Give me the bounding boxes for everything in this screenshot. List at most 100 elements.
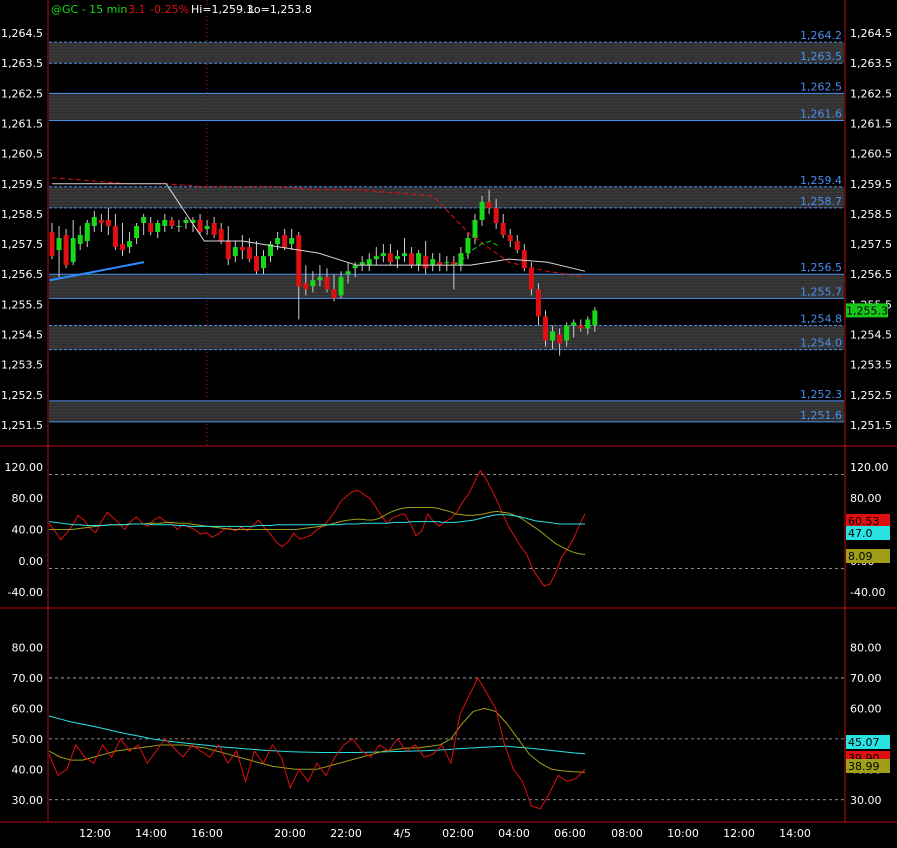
candle-body	[345, 271, 351, 275]
candle-body	[479, 201, 485, 220]
candle-body	[543, 316, 548, 341]
candle-body	[380, 253, 386, 257]
candle-body	[296, 235, 302, 287]
zone-band	[49, 93, 844, 121]
candle-body	[91, 216, 97, 226]
symbol-label: @GC - 15 min	[51, 3, 127, 16]
left-osc-tick: 50.00	[12, 733, 44, 746]
left-osc-tick: 60.00	[12, 702, 44, 715]
right-price-tick: 1,260.5	[850, 148, 892, 161]
level-label: 1,263.5	[800, 50, 842, 63]
right-price-tick: 1,256.5	[850, 268, 892, 281]
right-price-tick: 1,253.5	[850, 359, 892, 372]
candle-body	[183, 219, 189, 223]
candle-body	[514, 241, 520, 251]
left-price-tick: 1,258.5	[1, 208, 43, 221]
left-price-tick: 1,257.5	[1, 238, 43, 251]
time-tick-label: 4/5	[393, 827, 411, 840]
level-label: 1,254.0	[800, 337, 842, 350]
right-osc-tick: 30.00	[850, 794, 882, 807]
candle-body	[176, 225, 182, 227]
value-badge-label: 38.99	[848, 760, 880, 773]
left-price-tick: 1,254.5	[1, 329, 43, 342]
left-osc-tick: 80.00	[12, 492, 44, 505]
time-tick-label: 08:00	[611, 827, 643, 840]
candle-body	[528, 268, 534, 290]
level-label: 1,255.7	[800, 285, 842, 298]
left-osc-tick: 70.00	[12, 672, 44, 685]
candle-body	[493, 207, 499, 223]
left-price-tick: 1,262.5	[1, 87, 43, 100]
candle-body	[197, 219, 203, 233]
time-tick-label: 12:00	[79, 827, 111, 840]
level-label: 1,261.6	[800, 107, 842, 120]
candle-body	[416, 253, 422, 266]
right-osc-tick: 70.00	[850, 672, 882, 685]
candle-body	[70, 238, 76, 263]
right-osc-tick: 80.00	[850, 492, 882, 505]
candle-body	[148, 222, 154, 233]
left-osc-tick: -40.00	[8, 586, 43, 599]
candle-body	[550, 331, 556, 341]
lo-label: Lo=1,253.8	[248, 3, 312, 16]
value-badge-label: 45.07	[848, 736, 880, 749]
last-price-label: 1,255.3	[846, 304, 888, 317]
price-chart[interactable]: 1,264.2 1,263.5 1,262.5 1,261.6 1,259.4 1,258…	[0, 0, 897, 848]
value-badge-label: 47.0	[848, 527, 873, 540]
left-price-tick: 1,260.5	[1, 148, 43, 161]
candle-body	[423, 256, 429, 269]
level-label: 1,258.7	[800, 195, 842, 208]
candle-body	[275, 238, 281, 245]
candle-body	[444, 262, 450, 264]
candle-body	[430, 259, 436, 266]
candle-body	[486, 201, 492, 208]
candle-body	[211, 222, 217, 236]
candle-body	[338, 277, 344, 296]
time-tick-label: 14:00	[779, 827, 811, 840]
time-tick-label: 10:00	[667, 827, 699, 840]
candle-body	[155, 222, 161, 233]
candle-body	[535, 289, 541, 317]
candle-body	[571, 322, 577, 326]
level-label: 1,256.5	[800, 261, 842, 274]
candle-body	[507, 235, 513, 242]
candle-body	[564, 325, 570, 341]
time-tick-label: 22:00	[330, 827, 362, 840]
candle-body	[134, 225, 140, 239]
right-price-tick: 1,263.5	[850, 57, 892, 70]
candle-body	[56, 238, 62, 251]
candle-body	[585, 319, 591, 329]
candle-body	[98, 219, 104, 223]
right-price-tick: 1,252.5	[850, 389, 892, 402]
left-price-tick: 1,255.5	[1, 298, 43, 311]
time-tick-label: 02:00	[442, 827, 474, 840]
level-label: 1,254.8	[800, 312, 842, 325]
right-price-tick: 1,251.5	[850, 419, 892, 432]
candle-body	[162, 219, 168, 226]
left-price-tick: 1,253.5	[1, 359, 43, 372]
right-osc-tick: 120.00	[850, 461, 889, 474]
candle-body	[366, 259, 372, 266]
candle-body	[472, 219, 478, 239]
right-price-tick: 1,258.5	[850, 208, 892, 221]
candle-body	[578, 325, 584, 329]
candle-body	[387, 253, 393, 263]
candle-body	[303, 283, 309, 290]
candle-body	[105, 219, 111, 226]
level-label: 1,264.2	[800, 29, 842, 42]
candle-body	[218, 229, 224, 242]
candle-body	[253, 256, 259, 272]
left-osc-tick: 120.00	[5, 461, 44, 474]
time-tick-label: 04:00	[498, 827, 530, 840]
left-osc-tick: 0.00	[19, 555, 44, 568]
time-tick-label: 16:00	[191, 827, 223, 840]
candle-body	[331, 289, 337, 299]
right-osc-tick: 60.00	[850, 702, 882, 715]
candle-body	[409, 253, 415, 266]
candle-body	[261, 256, 266, 269]
level-label: 1,251.6	[800, 409, 842, 422]
candle-body	[120, 244, 125, 251]
time-tick-label: 06:00	[554, 827, 586, 840]
candle-body	[557, 334, 563, 344]
candle-body	[169, 219, 175, 226]
